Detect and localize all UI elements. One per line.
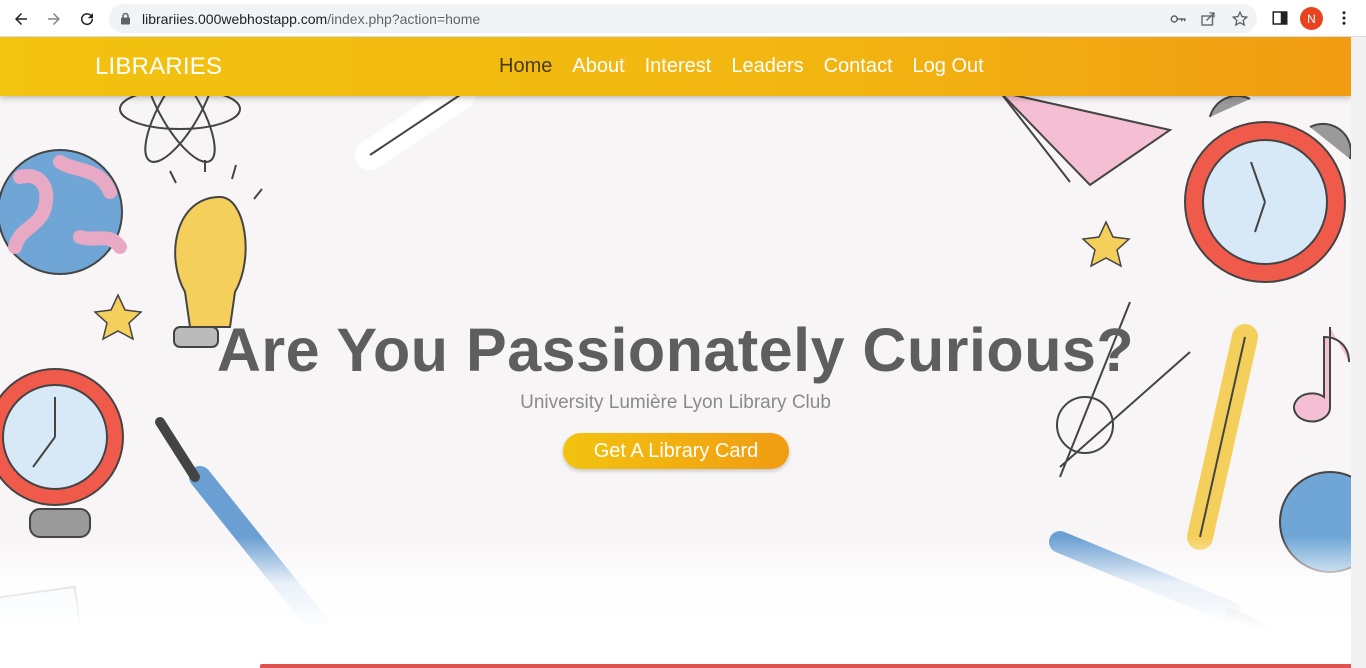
site-logo[interactable]: LIBRARIES (95, 53, 222, 81)
section-divider (260, 664, 1351, 668)
page-viewport: LIBRARIES Home About Interest Leaders Co… (0, 37, 1351, 668)
side-panel-icon[interactable] (1271, 9, 1289, 27)
paper-plane-doodle (996, 90, 1173, 187)
key-icon[interactable] (1169, 10, 1187, 28)
profile-avatar[interactable]: N (1300, 7, 1323, 30)
reload-icon[interactable] (74, 6, 100, 32)
nav-link-home[interactable]: Home (499, 55, 552, 78)
forward-icon[interactable] (41, 6, 67, 32)
pencil-doodle (355, 80, 475, 170)
nav-menu: Home About Interest Leaders Contact Log … (499, 55, 1004, 78)
nav-link-interest[interactable]: Interest (645, 55, 712, 78)
star-doodle (1081, 220, 1131, 268)
address-bar[interactable]: librariies.000webhostapp.com/index.php?a… (109, 4, 1257, 33)
globe-doodle (0, 149, 127, 275)
alarm-clock-doodle (1184, 94, 1351, 283)
url-text: librariies.000webhostapp.com/index.php?a… (142, 11, 481, 27)
nav-link-logout[interactable]: Log Out (913, 55, 984, 78)
back-icon[interactable] (8, 6, 34, 32)
hero-subtitle: University Lumière Lyon Library Club (520, 392, 831, 413)
browser-toolbar: librariies.000webhostapp.com/index.php?a… (0, 0, 1366, 37)
hero-title: Are You Passionately Curious? (216, 316, 1135, 384)
page-scrollbar[interactable] (1351, 37, 1366, 668)
nav-link-contact[interactable]: Contact (824, 55, 893, 78)
lock-icon (121, 12, 130, 25)
site-navbar: LIBRARIES Home About Interest Leaders Co… (0, 37, 1351, 96)
more-icon[interactable] (1335, 9, 1353, 27)
nav-link-leaders[interactable]: Leaders (731, 55, 803, 78)
get-library-card-button[interactable]: Get A Library Card (563, 433, 789, 469)
share-icon[interactable] (1199, 10, 1217, 28)
cloud-overlay (0, 537, 1351, 668)
nav-link-about[interactable]: About (572, 55, 624, 78)
star-icon[interactable] (1231, 10, 1249, 28)
